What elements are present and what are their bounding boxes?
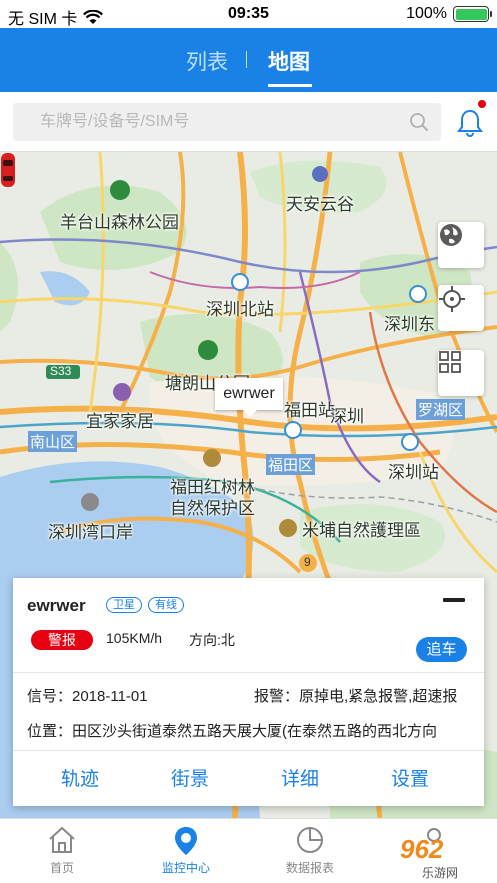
tab-list[interactable]: 列表: [186, 46, 228, 76]
signal-info: 信号：2018-11-01: [27, 688, 148, 705]
status-right: 100%: [406, 5, 492, 23]
chase-button[interactable]: 追车: [416, 637, 467, 662]
road-shield: S33: [50, 364, 72, 378]
map-label: 南山区: [28, 431, 78, 452]
tab-label: 监控中心: [161, 861, 210, 875]
map-label: 罗湖区: [416, 399, 466, 420]
active-tab-indicator: [268, 84, 312, 87]
tab-home[interactable]: 首页: [0, 819, 124, 883]
watermark-sub: 乐游网: [422, 866, 459, 880]
map-label: 深圳湾口岸: [48, 523, 133, 542]
map-label: 米埔自然護理區: [302, 521, 421, 540]
map-label: 天安云谷: [286, 195, 354, 214]
nav-bar: 列表 地图: [0, 28, 497, 92]
battery-fill: [455, 8, 487, 20]
tag-satellite: 卫星: [106, 597, 142, 613]
map-label: 福田站: [284, 401, 335, 420]
tab-label: 首页: [49, 861, 74, 875]
crosshair-icon: [439, 286, 465, 312]
tag-wired: 有线: [148, 597, 184, 613]
locate-button[interactable]: [438, 285, 484, 331]
search-row: [0, 92, 497, 152]
map-label: 深圳东: [384, 315, 435, 334]
search-icon[interactable]: [409, 112, 429, 132]
bell-icon[interactable]: [456, 108, 484, 138]
tab-monitor[interactable]: 监控中心: [124, 819, 248, 883]
alarm-badge: 警报: [31, 630, 93, 650]
search-input[interactable]: [13, 103, 393, 141]
vehicle-name: ewrwer: [27, 596, 86, 615]
divider: [13, 672, 484, 673]
car-icon[interactable]: [0, 152, 16, 188]
globe-icon: [440, 224, 462, 246]
detail-button[interactable]: 详细: [281, 764, 319, 791]
car-tooltip[interactable]: ewrwer: [215, 378, 283, 417]
battery-percent: 100%: [406, 5, 447, 22]
map-label: 宜家家居: [86, 412, 154, 431]
tab-label: 数据报表: [285, 861, 334, 875]
watermark-text: 962: [400, 834, 444, 864]
search-box: [13, 103, 441, 141]
status-bar: 无 SIM 卡 09:35 100%: [0, 0, 497, 28]
settings-button[interactable]: 设置: [391, 764, 429, 791]
map-label: 羊台山森林公园: [60, 213, 179, 232]
tab-divider: [246, 51, 247, 68]
divider: [13, 750, 484, 751]
collapse-button[interactable]: [443, 598, 465, 602]
map-label: 深圳北站: [206, 300, 274, 319]
map-label: 自然保护区: [170, 499, 255, 518]
watermark-logo: 962 乐游网: [360, 830, 494, 880]
battery-icon: [453, 6, 492, 22]
grid-button[interactable]: [438, 350, 484, 396]
map-layer-button[interactable]: [438, 222, 484, 268]
tab-reports[interactable]: 数据报表: [248, 819, 372, 883]
grid-icon: [439, 351, 461, 373]
track-button[interactable]: 轨迹: [61, 764, 99, 791]
direction-value: 方向:北: [189, 632, 235, 648]
vehicle-info-card: ewrwer 卫星 有线 警报 105KM/h 方向:北 追车 信号：2018-…: [13, 578, 484, 806]
notification-dot: [478, 100, 486, 108]
map-label: 深圳站: [388, 463, 439, 482]
map-label: 福田区: [266, 454, 316, 475]
road-shield: 9: [304, 555, 311, 569]
tab-map[interactable]: 地图: [268, 46, 310, 76]
speed-value: 105KM/h: [106, 630, 163, 646]
location-pin-icon: [175, 827, 197, 855]
home-icon: [49, 826, 75, 853]
street-view-button[interactable]: 街景: [171, 764, 209, 791]
alarm-info: 报警：原掉电,紧急报警,超速报: [254, 688, 458, 705]
pie-chart-icon: [297, 827, 323, 853]
map-label: 深圳: [330, 407, 364, 426]
location-info: 位置：田区沙头街道泰然五路天展大厦(在泰然五路的西北方向: [27, 723, 437, 740]
